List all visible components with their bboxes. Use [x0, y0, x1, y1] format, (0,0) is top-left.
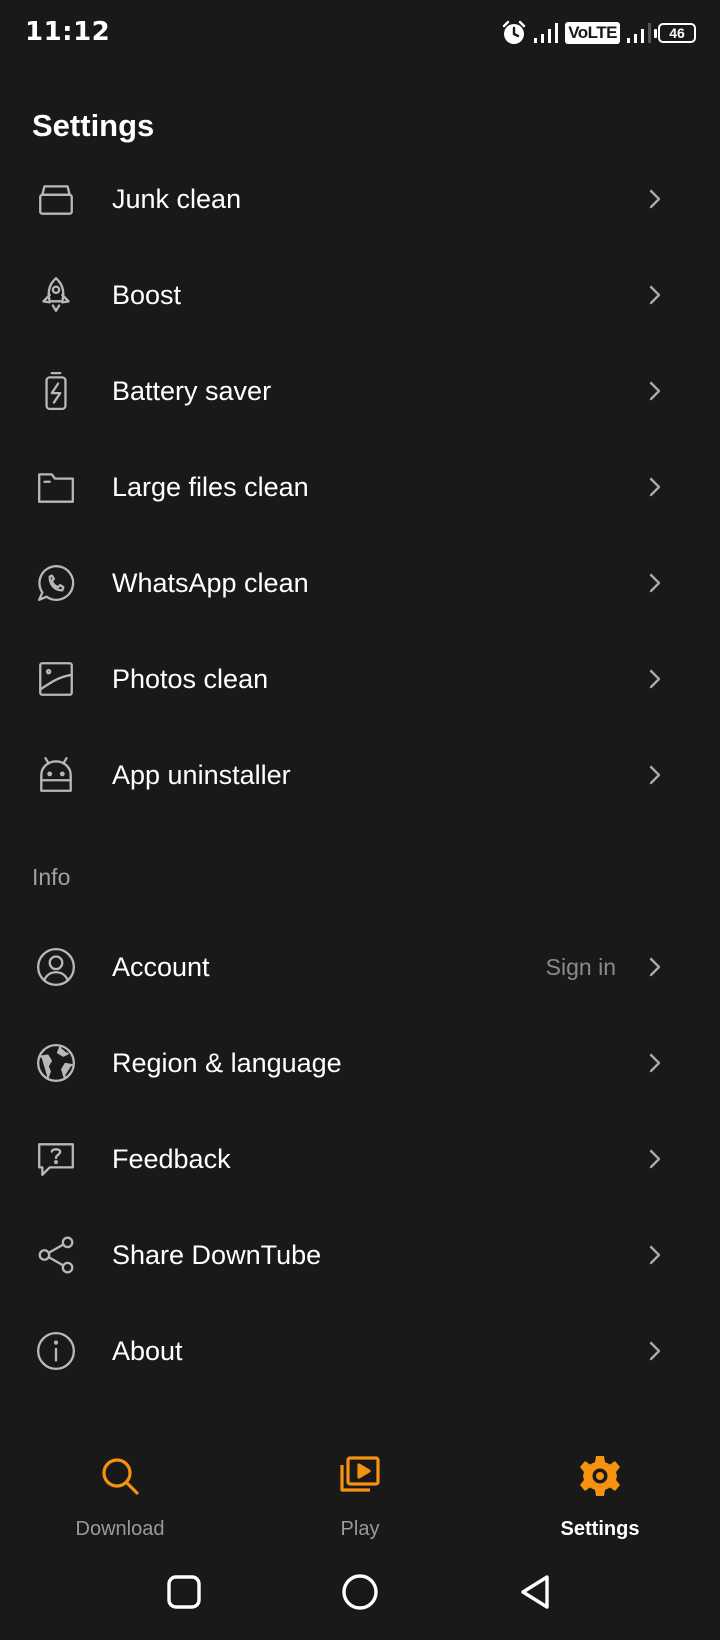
junk-clean-icon	[32, 175, 80, 223]
recent-apps-button[interactable]	[162, 1570, 206, 1614]
row-label: Region & language	[112, 1047, 342, 1078]
status-time: 11:12	[25, 17, 111, 47]
chevron-right-icon	[644, 572, 666, 594]
nav-download-label: Download	[75, 1518, 165, 1540]
page-title: Settings	[32, 108, 155, 143]
info-icon	[32, 1327, 80, 1375]
info-section-header: Info	[32, 864, 71, 890]
row-label: Boost	[112, 279, 182, 310]
battery-charging-icon	[32, 367, 80, 415]
row-label: Photos clean	[112, 663, 269, 694]
photo-icon	[32, 655, 80, 703]
sign-in-link[interactable]: Sign in	[546, 954, 616, 981]
account-icon	[32, 943, 80, 991]
rocket-icon	[32, 271, 80, 319]
chevron-right-icon	[644, 764, 666, 786]
status-bar: 11:12 VoLTE 46	[0, 0, 720, 66]
folder-icon	[32, 463, 80, 511]
chevron-right-icon	[644, 1052, 666, 1074]
row-label: Large files clean	[112, 471, 309, 502]
android-icon	[32, 751, 80, 799]
row-label: App uninstaller	[112, 759, 291, 790]
junk-clean-row[interactable]: Junk clean	[0, 153, 720, 245]
chevron-right-icon	[644, 284, 666, 306]
chevron-right-icon	[644, 1148, 666, 1170]
nav-play-label: Play	[340, 1518, 380, 1540]
row-label: About	[112, 1335, 183, 1366]
share-downtube-row[interactable]: Share DownTube	[0, 1209, 720, 1301]
volte-badge: VoLTE	[565, 22, 620, 44]
nav-settings-label: Settings	[560, 1518, 640, 1540]
row-label: WhatsApp clean	[112, 567, 309, 598]
globe-icon	[32, 1039, 80, 1087]
whatsapp-icon	[32, 559, 80, 607]
nav-download[interactable]: Download	[20, 1436, 220, 1546]
home-button[interactable]	[338, 1570, 382, 1614]
large-files-clean-row[interactable]: Large files clean	[0, 441, 720, 533]
row-label: Account	[112, 951, 210, 982]
chevron-right-icon	[644, 668, 666, 690]
chevron-right-icon	[644, 380, 666, 402]
chevron-right-icon	[644, 476, 666, 498]
share-icon	[32, 1231, 80, 1279]
search-icon	[97, 1436, 143, 1504]
signal-icon	[627, 23, 651, 43]
back-button[interactable]	[514, 1570, 558, 1614]
battery-saver-row[interactable]: Battery saver	[0, 345, 720, 437]
photos-clean-row[interactable]: Photos clean	[0, 633, 720, 725]
about-row[interactable]: About	[0, 1305, 720, 1397]
chevron-right-icon	[644, 1340, 666, 1362]
account-row[interactable]: Account Sign in	[0, 921, 720, 1013]
status-icons: VoLTE 46	[501, 18, 696, 48]
system-nav-bar	[0, 1556, 720, 1640]
signal-icon	[534, 23, 559, 43]
nav-settings[interactable]: Settings	[500, 1436, 700, 1546]
row-label: Junk clean	[112, 183, 242, 214]
gear-icon	[577, 1436, 623, 1504]
playlist-icon	[337, 1436, 383, 1504]
chevron-right-icon	[644, 188, 666, 210]
app-uninstaller-row[interactable]: App uninstaller	[0, 729, 720, 821]
battery-icon: 46	[654, 23, 696, 43]
row-label: Feedback	[112, 1143, 231, 1174]
feedback-icon	[32, 1135, 80, 1183]
chevron-right-icon	[644, 1244, 666, 1266]
bottom-nav: Download Play Settings	[0, 1436, 720, 1546]
battery-level: 46	[669, 25, 685, 41]
row-label: Share DownTube	[112, 1239, 322, 1270]
boost-row[interactable]: Boost	[0, 249, 720, 341]
whatsapp-clean-row[interactable]: WhatsApp clean	[0, 537, 720, 629]
feedback-row[interactable]: Feedback	[0, 1113, 720, 1205]
row-label: Battery saver	[112, 375, 272, 406]
region-language-row[interactable]: Region & language	[0, 1017, 720, 1109]
chevron-right-icon	[644, 956, 666, 978]
alarm-icon	[502, 20, 526, 44]
nav-play[interactable]: Play	[260, 1436, 460, 1546]
